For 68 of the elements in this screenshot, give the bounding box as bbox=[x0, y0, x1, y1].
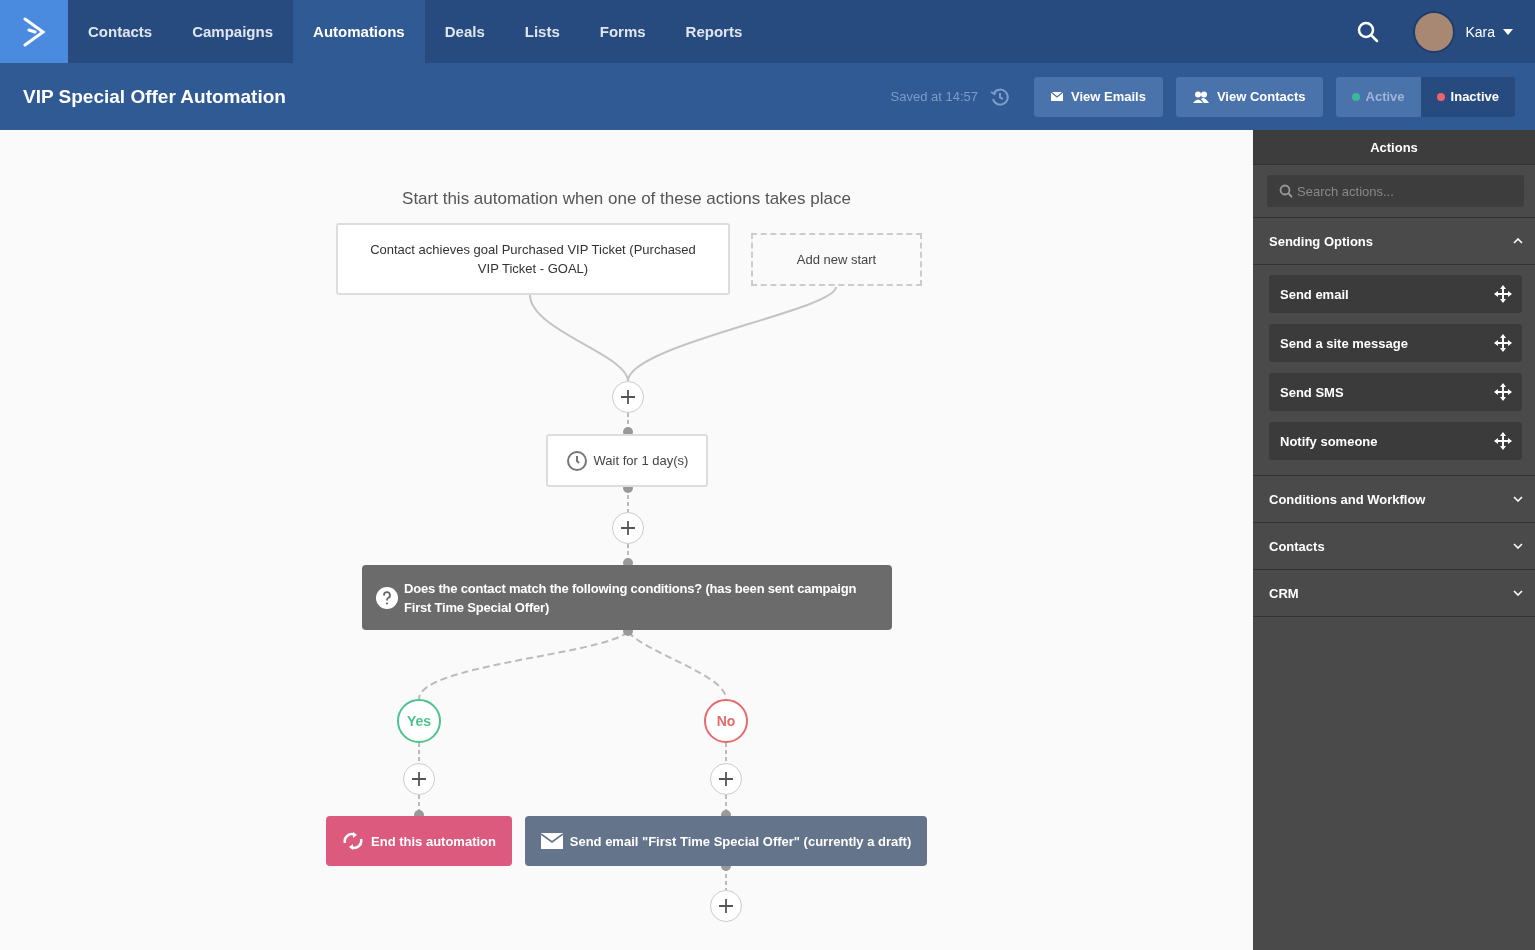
caret-icon[interactable] bbox=[1503, 28, 1513, 35]
add-step-button[interactable] bbox=[403, 763, 435, 795]
user-name[interactable]: Kara bbox=[1465, 23, 1495, 40]
trigger-node[interactable]: Contact achieves goal Purchased VIP Ticket (Purchased VIP Ticket - GOAL) bbox=[336, 223, 730, 295]
plus-icon bbox=[412, 772, 426, 786]
add-step-button[interactable] bbox=[612, 381, 644, 413]
section-header[interactable]: Sending Options bbox=[1253, 218, 1535, 265]
chevron-down-icon bbox=[1513, 543, 1523, 549]
action-item[interactable]: Send email bbox=[1269, 275, 1522, 313]
wait-node[interactable]: Wait for 1 day(s) bbox=[546, 434, 708, 487]
nav-tab[interactable]: Lists bbox=[504, 0, 580, 63]
move-icon bbox=[1494, 334, 1512, 352]
start-prompt: Start this automation when one of these actions takes place bbox=[401, 189, 852, 209]
envelope-icon bbox=[1051, 92, 1063, 101]
add-start-button[interactable]: Add new start bbox=[751, 233, 922, 286]
status-toggle[interactable]: Inactive bbox=[1420, 76, 1515, 117]
end-automation-node[interactable]: End this automation bbox=[326, 816, 512, 866]
refresh-icon bbox=[342, 832, 364, 850]
connector-line bbox=[418, 742, 420, 764]
nav-tab[interactable]: Deals bbox=[424, 0, 505, 63]
clock-icon bbox=[565, 449, 588, 472]
chevron-down-icon bbox=[1513, 496, 1523, 502]
add-step-button[interactable] bbox=[710, 763, 742, 795]
branch-label: No bbox=[704, 699, 748, 743]
nav-tab[interactable]: Forms bbox=[579, 0, 666, 63]
plus-icon bbox=[719, 772, 733, 786]
section-header[interactable]: Conditions and Workflow bbox=[1253, 476, 1535, 523]
send-email-node[interactable]: Send email "First Time Special Offer" (currently a draft) bbox=[525, 816, 927, 866]
nav-tab[interactable]: Contacts bbox=[68, 0, 173, 63]
add-step-button[interactable] bbox=[612, 512, 644, 544]
action-item[interactable]: Send a site message bbox=[1269, 324, 1522, 362]
chevron-down-icon bbox=[1513, 590, 1523, 596]
section-header[interactable]: Contacts bbox=[1253, 523, 1535, 570]
saved-status: Saved at 14:57 bbox=[890, 89, 978, 104]
logo-icon[interactable] bbox=[0, 0, 68, 63]
move-icon bbox=[1494, 285, 1512, 303]
section-header[interactable]: CRM bbox=[1253, 570, 1535, 617]
history-icon[interactable] bbox=[990, 86, 1010, 107]
question-icon bbox=[376, 586, 398, 609]
automation-title: VIP Special Offer Automation bbox=[23, 85, 286, 108]
move-icon bbox=[1494, 432, 1512, 450]
nav-tab[interactable]: Reports bbox=[665, 0, 763, 63]
branch-label: Yes bbox=[397, 699, 441, 743]
wait-label: Wait for 1 day(s) bbox=[593, 453, 689, 468]
nav-tab[interactable]: Campaigns bbox=[172, 0, 294, 63]
action-label: End this automation bbox=[371, 833, 496, 849]
search-field[interactable]: Search actions... bbox=[1267, 175, 1524, 207]
condition-text: Does the contact match the following conditions? (has been sent campaign First Time Special Offer) bbox=[404, 579, 858, 617]
action-item[interactable]: Send SMS bbox=[1269, 373, 1522, 411]
plus-icon bbox=[719, 899, 733, 913]
action-label: Send email "First Time Special Offer" (currently a draft) bbox=[569, 833, 912, 849]
people-icon bbox=[1192, 90, 1209, 103]
panel-title: Actions bbox=[1253, 130, 1535, 165]
envelope-icon bbox=[540, 833, 563, 849]
search-icon bbox=[1279, 184, 1293, 198]
condition-node[interactable]: Does the contact match the following conditions? (has been sent campaign First Time Special Offer) bbox=[362, 565, 892, 630]
plus-icon bbox=[621, 390, 635, 404]
plus-icon bbox=[621, 521, 635, 535]
view-emails-button[interactable]: View Emails bbox=[1034, 76, 1163, 117]
action-item[interactable]: Notify someone bbox=[1269, 422, 1522, 460]
avatar[interactable] bbox=[1413, 10, 1456, 53]
add-step-button[interactable] bbox=[710, 890, 742, 922]
chevron-up-icon bbox=[1513, 238, 1523, 244]
search-icon[interactable] bbox=[1357, 20, 1380, 43]
view-contacts-button[interactable]: View Contacts bbox=[1175, 76, 1323, 117]
connector-line bbox=[725, 742, 727, 764]
move-icon bbox=[1494, 383, 1512, 401]
nav-tab[interactable]: Automations bbox=[293, 0, 425, 63]
